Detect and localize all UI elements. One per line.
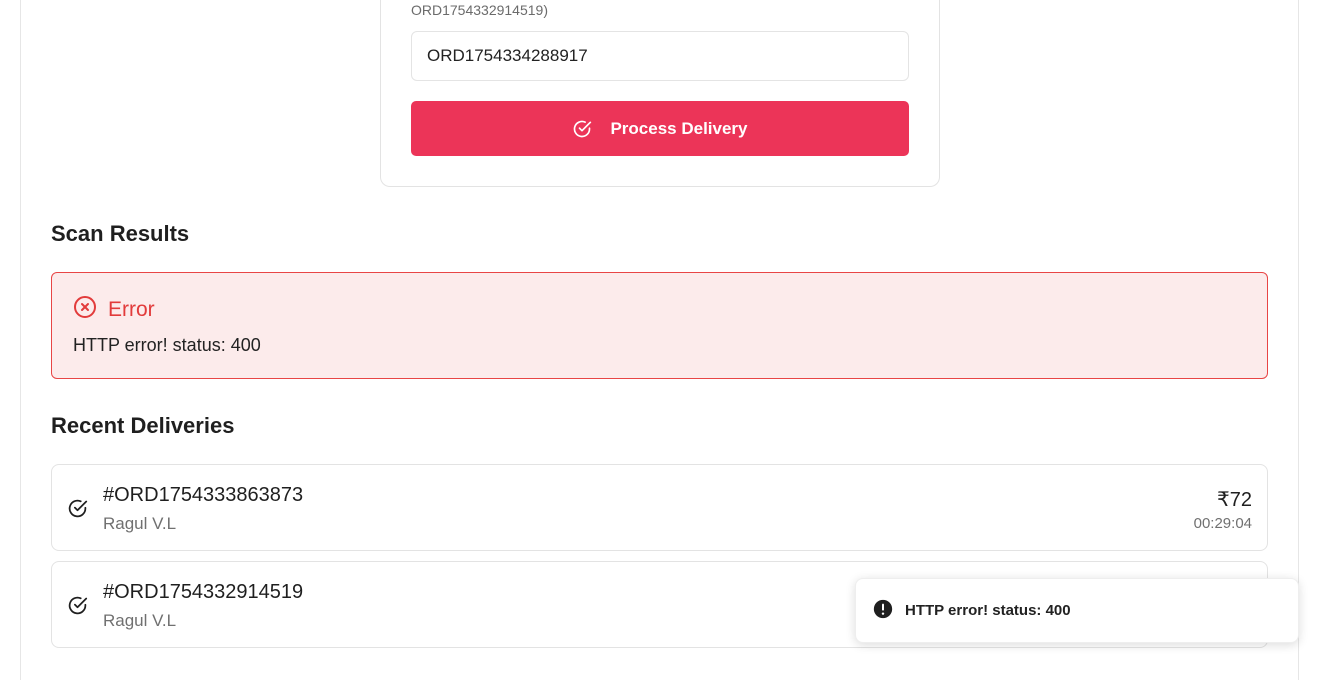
check-circle-icon [67, 595, 88, 621]
order-id-input[interactable] [411, 31, 909, 81]
recent-deliveries-title: Recent Deliveries [51, 413, 235, 438]
delivery-time: 00:29:04 [1193, 515, 1252, 532]
process-delivery-button[interactable]: Process Delivery [411, 101, 909, 156]
error-alert: Error HTTP error! status: 400 [51, 272, 1268, 379]
delivery-order-id: #ORD1754332914519 [103, 581, 304, 603]
delivery-customer-name: Ragul V.L [103, 514, 177, 533]
error-toast[interactable]: HTTP error! status: 400 [855, 578, 1299, 643]
error-header: Error [73, 295, 155, 325]
alert-circle-icon [873, 599, 893, 623]
process-delivery-label: Process Delivery [610, 118, 748, 138]
toast-message: HTTP error! status: 400 [905, 602, 1071, 619]
x-circle-icon [73, 295, 97, 325]
check-circle-icon [67, 498, 88, 524]
order-hint-text: ORD1754332914519) [411, 2, 548, 18]
delivery-order-id: #ORD1754333863873 [103, 484, 304, 506]
check-circle-icon [572, 119, 592, 139]
error-title: Error [108, 298, 155, 321]
delivery-amount: ₹72 [1217, 489, 1252, 511]
error-message: HTTP error! status: 400 [73, 335, 261, 355]
scan-results-title: Scan Results [51, 221, 190, 246]
delivery-item[interactable]: #ORD1754333863873 Ragul V.L ₹72 00:29:04 [51, 464, 1268, 551]
scan-card [380, 0, 940, 187]
delivery-customer-name: Ragul V.L [103, 611, 177, 630]
